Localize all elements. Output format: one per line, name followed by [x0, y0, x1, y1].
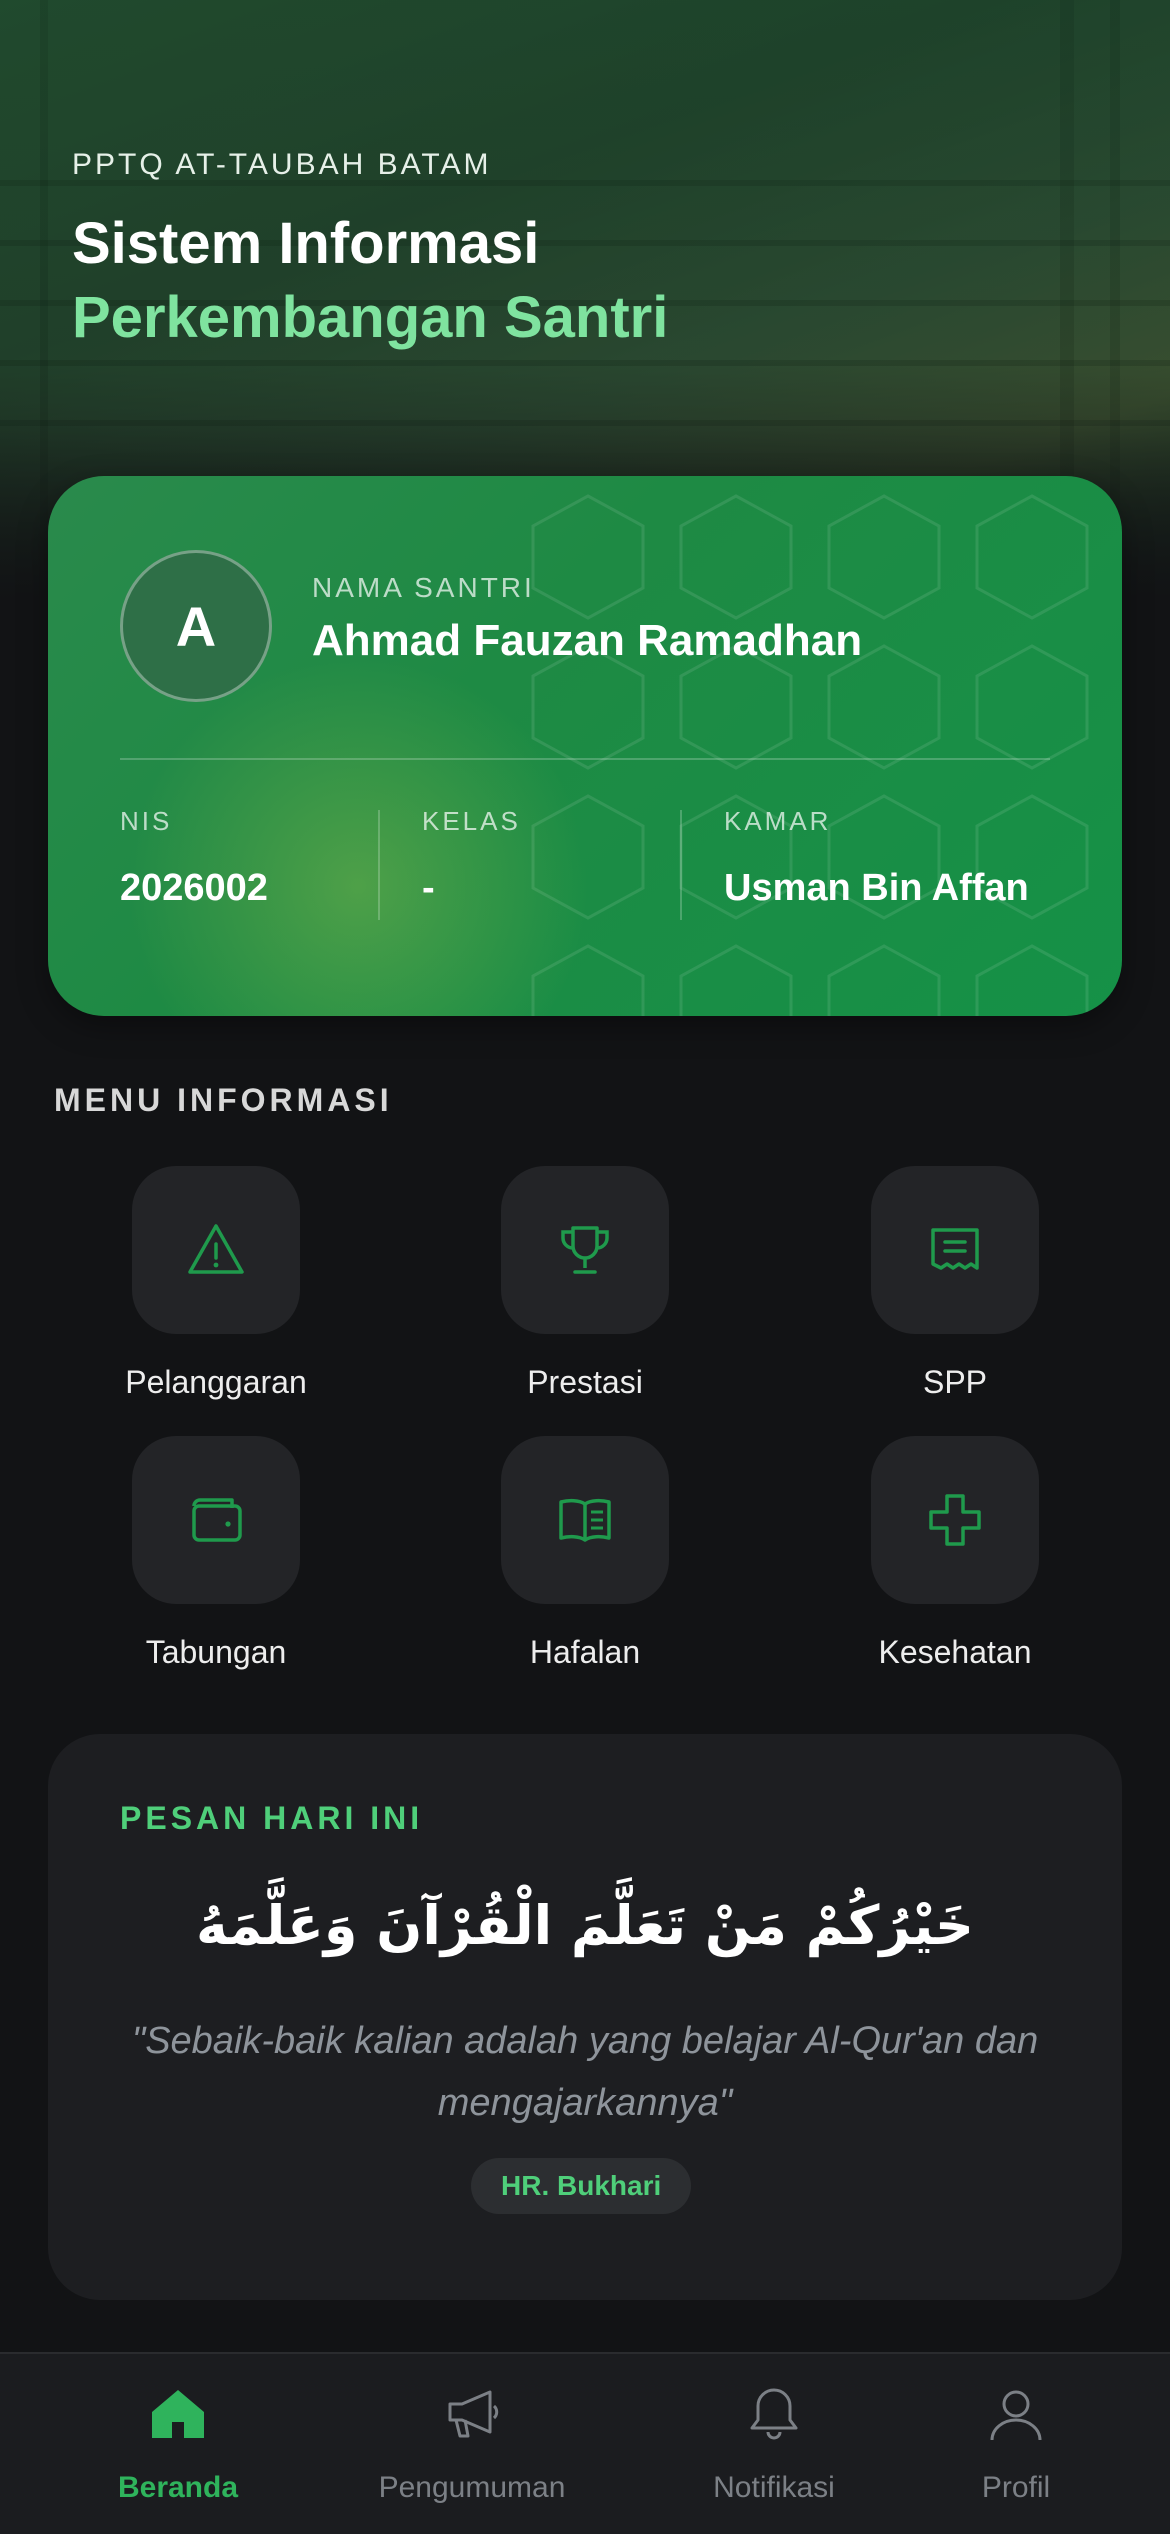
menu-item-kesehatan[interactable]: Kesehatan — [805, 1436, 1105, 1671]
menu-label: Kesehatan — [878, 1634, 1032, 1670]
stat-label: KAMAR — [724, 806, 832, 836]
menu-tile[interactable] — [871, 1166, 1039, 1334]
school-name: PPTQ AT-TAUBAH BATAM — [72, 148, 492, 181]
app-title: Sistem Informasi — [72, 211, 540, 276]
receipt-icon — [931, 1228, 979, 1270]
app-subtitle: Perkembangan Santri — [72, 285, 669, 350]
menu-item-hafalan[interactable]: Hafalan — [435, 1436, 735, 1671]
card-divider — [120, 758, 1050, 760]
menu-label: SPP — [922, 1364, 988, 1400]
stat-divider — [680, 810, 682, 920]
stat-kelas: KELAS - — [422, 806, 521, 910]
nav-item-pengumuman[interactable]: Pengumuman — [372, 2382, 572, 2505]
avatar: A — [120, 550, 272, 702]
menu-tile[interactable] — [871, 1436, 1039, 1604]
verse-translation: "Sebaik-baik kalian adalah yang belajar … — [131, 2020, 1039, 2124]
menu-label: Tabungan — [145, 1634, 287, 1670]
daily-message-title: PESAN HARI INI — [120, 1800, 424, 1836]
hexagon-pattern — [531, 494, 1089, 1016]
menu-label: Hafalan — [529, 1634, 641, 1670]
menu-item-tabungan[interactable]: Tabungan — [66, 1436, 366, 1671]
menu-tile[interactable] — [132, 1436, 300, 1604]
stat-nis: NIS 2026002 — [120, 806, 268, 910]
bell-icon — [750, 2388, 798, 2440]
nav-label: Beranda — [117, 2471, 239, 2504]
nav-item-beranda[interactable]: Beranda — [98, 2382, 258, 2505]
book-icon — [559, 1498, 611, 1542]
nav-label: Pengumuman — [378, 2471, 566, 2504]
menu-label: Prestasi — [527, 1364, 643, 1400]
stat-divider — [378, 810, 380, 920]
menu-title: MENU INFORMASI — [54, 1082, 393, 1118]
user-icon — [990, 2390, 1042, 2441]
nav-item-profil[interactable]: Profil — [946, 2382, 1086, 2505]
bottom-nav: Beranda Pengumuman Notifikasi Profil — [0, 2352, 1170, 2534]
stat-value: Usman Bin Affan — [724, 867, 1029, 909]
menu-tile[interactable] — [501, 1166, 669, 1334]
menu-item-prestasi[interactable]: Prestasi — [435, 1166, 735, 1401]
daily-message-card: PESAN HARI INI خَيْرُكُمْ مَنْ تَعَلَّمَ… — [48, 1734, 1122, 2300]
medical-cross-icon — [929, 1494, 981, 1546]
megaphone-icon — [448, 2390, 499, 2438]
trophy-icon — [561, 1226, 609, 1274]
wallet-icon — [192, 1498, 242, 1542]
menu-item-spp[interactable]: SPP — [805, 1166, 1105, 1401]
stat-kamar: KAMAR Usman Bin Affan — [724, 806, 1029, 910]
menu-label: Pelanggaran — [125, 1364, 307, 1400]
nav-label: Notifikasi — [713, 2471, 835, 2504]
menu-tile[interactable] — [501, 1436, 669, 1604]
home-icon — [152, 2390, 204, 2438]
stat-label: NIS — [120, 806, 173, 836]
hadith-source-badge: HR. Bukhari — [471, 2158, 692, 2214]
student-name: Ahmad Fauzan Ramadhan — [312, 616, 863, 665]
arabic-verse: خَيْرُكُمْ مَنْ تَعَلَّمَ الْقُرْآنَ وَع… — [196, 1894, 974, 1957]
menu-item-pelanggaran[interactable]: Pelanggaran — [66, 1166, 366, 1401]
stat-value: - — [422, 867, 435, 909]
student-card[interactable]: A NAMA SANTRI Ahmad Fauzan Ramadhan NIS … — [48, 476, 1122, 1016]
nav-label: Profil — [981, 2471, 1051, 2504]
stat-value: 2026002 — [120, 867, 268, 909]
menu-tile[interactable] — [132, 1166, 300, 1334]
warning-icon — [188, 1224, 244, 1274]
stat-label: KELAS — [422, 806, 521, 836]
nav-item-notifikasi[interactable]: Notifikasi — [694, 2382, 854, 2505]
student-name-label: NAMA SANTRI — [312, 572, 535, 603]
